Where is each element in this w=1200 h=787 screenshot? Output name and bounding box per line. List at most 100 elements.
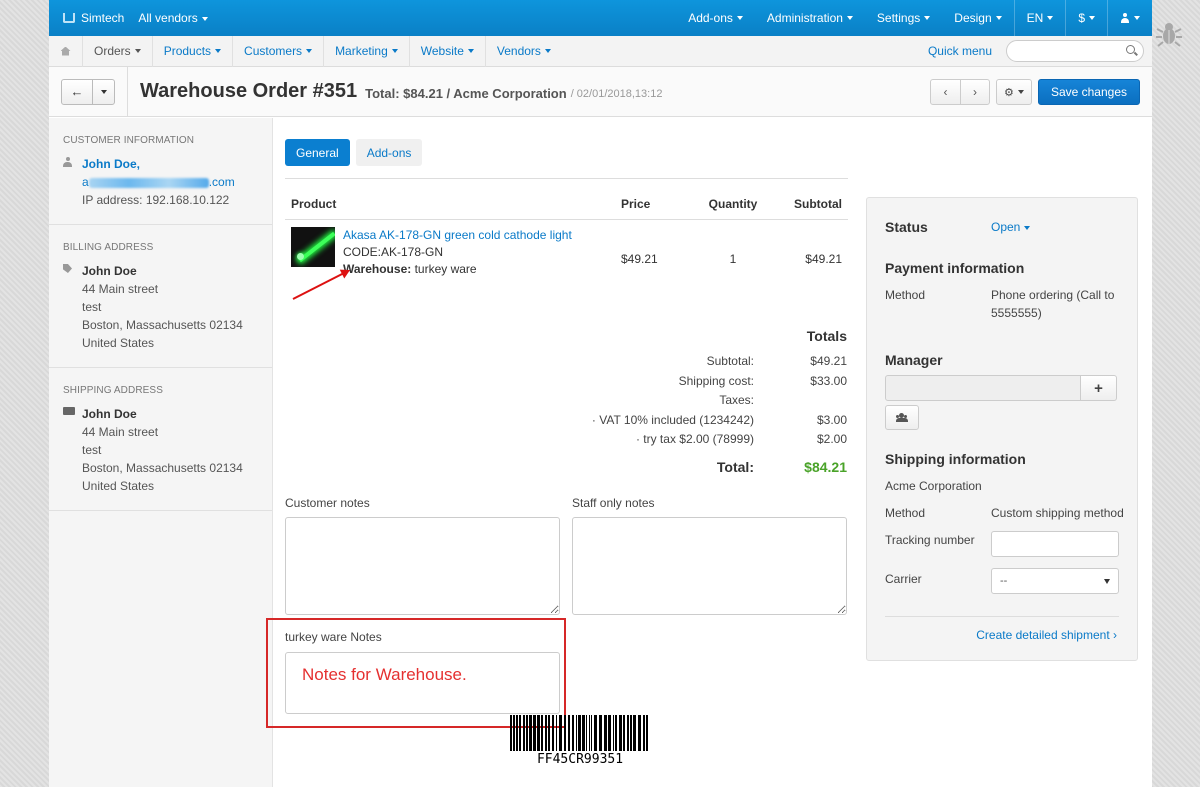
customer-name-link[interactable]: John Doe,: [82, 157, 140, 171]
order-date: / 02/01/2018,13:12: [570, 88, 663, 100]
brand[interactable]: Simtech: [49, 11, 124, 25]
design-menu[interactable]: Design: [942, 0, 1013, 36]
try-tax-value: $2.00: [816, 432, 847, 446]
tab-addons[interactable]: Add-ons: [355, 139, 423, 166]
customer-email-link[interactable]: a .com: [82, 173, 235, 191]
chevron-right-icon: ›: [972, 85, 977, 99]
create-shipment-link[interactable]: Create detailed shipment ›: [976, 628, 1117, 642]
customer-notes-field[interactable]: [285, 517, 560, 615]
product-thumbnail[interactable]: [291, 227, 335, 267]
barcode-bar: [510, 715, 512, 751]
next-order-button[interactable]: ›: [959, 80, 989, 104]
nav-website-label: Website: [420, 44, 464, 58]
nav-orders[interactable]: Orders: [83, 35, 153, 67]
chevron-down-icon: [736, 16, 743, 20]
barcode-bar: [594, 715, 597, 751]
order-pager: ‹ ›: [929, 79, 990, 105]
administration-menu[interactable]: Administration: [755, 0, 865, 36]
manager-input[interactable]: [885, 375, 1081, 401]
table-row: Akasa AK-178-GN green cold cathode light…: [285, 220, 848, 286]
chevron-down-icon: [467, 49, 474, 53]
vat-value: $3.00: [816, 412, 847, 427]
chevron-down-icon: [1017, 90, 1024, 94]
barcode-bar: [568, 715, 570, 751]
barcode-bar: [599, 715, 602, 751]
barcode-bar: [548, 715, 550, 751]
warehouse-label: Warehouse:: [343, 262, 412, 276]
totals-heading: Totals: [806, 328, 847, 344]
quick-menu-link[interactable]: Quick menu: [928, 44, 992, 58]
try-tax-label: · try tax $2.00 (78999): [635, 432, 754, 446]
settings-dropdown-button[interactable]: ⚙: [995, 79, 1032, 105]
barcode-bar: [586, 715, 587, 751]
barcode-text: FF45CR99351: [536, 752, 624, 767]
home-link[interactable]: [49, 35, 83, 67]
nav-orders-label: Orders: [94, 44, 131, 58]
history-dropdown-button[interactable]: [92, 79, 114, 104]
payment-heading: Payment information: [885, 260, 1025, 276]
shipping-line2: test: [82, 443, 102, 457]
add-manager-button[interactable]: +: [1081, 375, 1117, 401]
status-dropdown[interactable]: Open: [991, 220, 1031, 234]
total-value: $84.21: [804, 458, 847, 475]
barcode-bar: [578, 715, 581, 751]
chevron-down-icon: [215, 49, 222, 53]
addons-menu[interactable]: Add-ons: [676, 0, 755, 36]
shipping-name: John Doe: [82, 407, 137, 421]
shipping-cost-value: $33.00: [810, 373, 847, 388]
gear-icon: ⚙: [1004, 86, 1014, 99]
barcode-bar: [556, 715, 557, 751]
main-nav: Orders Products Customers Marketing Webs…: [49, 35, 1152, 67]
carrier-select[interactable]: --: [991, 568, 1119, 594]
administration-menu-label: Administration: [766, 11, 843, 25]
barcode-bar: [541, 715, 543, 751]
barcode-bar: [619, 715, 622, 751]
nav-marketing-label: Marketing: [335, 44, 388, 58]
product-subtotal: $49.21: [805, 252, 842, 266]
notes-section: Customer notes Staff only notes: [285, 496, 848, 618]
billing-country: United States: [82, 336, 155, 350]
barcode-bar: [537, 715, 540, 751]
user-icon: [1120, 13, 1130, 23]
user-menu[interactable]: [1107, 0, 1152, 36]
product-name-link[interactable]: Akasa AK-178-GN green cold cathode light: [343, 228, 572, 242]
divider: [127, 66, 128, 117]
chevron-down-icon: [134, 49, 141, 53]
section-heading: BILLING ADDRESS: [63, 242, 154, 253]
nav-vendors[interactable]: Vendors: [486, 36, 562, 67]
select-users-button[interactable]: [885, 405, 919, 430]
warehouse-value: turkey ware: [414, 262, 477, 276]
tag-icon: [63, 264, 72, 273]
settings-menu[interactable]: Settings: [865, 0, 942, 36]
column-header: Subtotal: [776, 190, 848, 220]
blurred-email: [88, 177, 209, 188]
nav-products-label: Products: [163, 44, 212, 58]
barcode-bar: [604, 715, 607, 751]
warehouse-notes-field[interactable]: Notes for Warehouse.: [285, 652, 560, 714]
barcode-bar: [526, 715, 528, 751]
warehouse-notes-label: turkey ware Notes: [285, 630, 382, 644]
currency-menu[interactable]: $: [1065, 0, 1107, 36]
back-button[interactable]: ←: [62, 80, 92, 104]
barcode-bar: [519, 715, 521, 751]
nav-products[interactable]: Products: [153, 35, 234, 67]
search-input[interactable]: [1006, 40, 1144, 62]
nav-website[interactable]: Website: [410, 35, 486, 67]
staff-notes-field[interactable]: [572, 517, 847, 615]
nav-customers[interactable]: Customers: [233, 35, 325, 67]
tracking-number-input[interactable]: [991, 531, 1119, 557]
shipping-city: Boston, Massachusetts 02134: [82, 461, 243, 475]
barcode-bar: [513, 715, 515, 751]
vendor-selector[interactable]: All vendors: [138, 11, 208, 25]
language-menu[interactable]: EN: [1013, 0, 1066, 36]
tab-general[interactable]: General: [285, 139, 350, 166]
save-button[interactable]: Save changes: [1037, 79, 1140, 105]
search-icon[interactable]: [1126, 45, 1135, 54]
shipping-info-heading: Shipping information: [885, 451, 1026, 467]
chevron-down-icon: [100, 89, 107, 94]
nav-marketing[interactable]: Marketing: [324, 35, 410, 67]
prev-order-button[interactable]: ‹: [931, 80, 960, 104]
bug-icon[interactable]: [1155, 20, 1183, 48]
barcode-bars: [510, 715, 650, 751]
shipping-cost-label: Shipping cost:: [678, 373, 754, 388]
